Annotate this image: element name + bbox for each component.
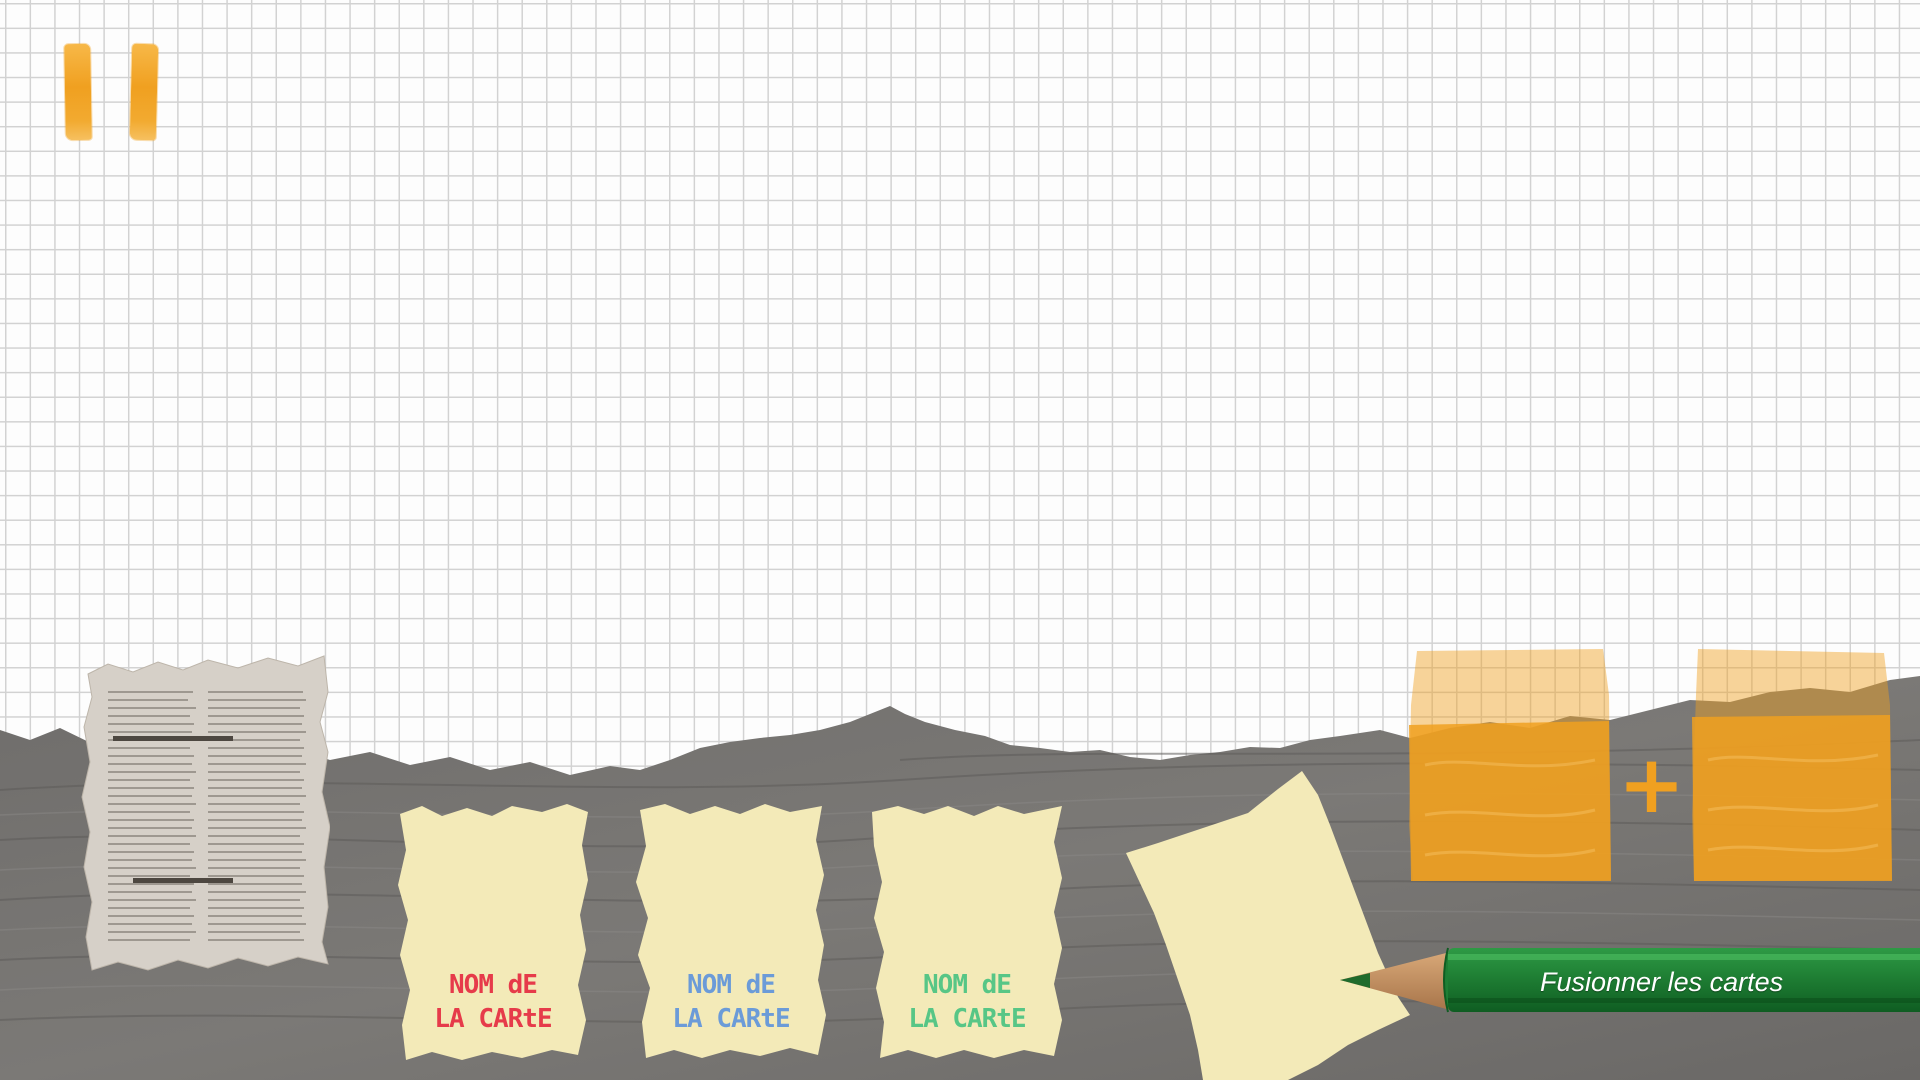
merge-cards-label: Fusionner les cartes <box>1540 967 1784 997</box>
card-name-line1: NOM dE <box>687 970 776 1000</box>
card-name-line2: LA CARtE <box>908 1004 1026 1034</box>
blank-card[interactable] <box>1118 765 1418 1080</box>
game-board: NOM dE LA CARtE NOM dE LA CARtE NOM dE L… <box>0 0 1920 1080</box>
pause-button[interactable] <box>58 40 168 150</box>
hand-card-label: NOM dE LA CARtE <box>398 968 588 1036</box>
hand-card-label: NOM dE LA CARtE <box>636 968 826 1036</box>
merge-slot-right[interactable] <box>1688 645 1898 885</box>
plus-icon: + <box>1618 738 1686 831</box>
hand-card-label: NOM dE LA CARtE <box>872 968 1062 1036</box>
pause-icon-bar <box>129 43 159 141</box>
card-name-line1: NOM dE <box>923 970 1012 1000</box>
card-name-line2: LA CARtE <box>672 1004 790 1034</box>
merge-slot-left[interactable] <box>1405 645 1615 885</box>
deck-card[interactable] <box>78 652 330 972</box>
pause-icon <box>64 43 92 141</box>
card-name-line1: NOM dE <box>449 970 538 1000</box>
card-name-line2: LA CARtE <box>434 1004 552 1034</box>
